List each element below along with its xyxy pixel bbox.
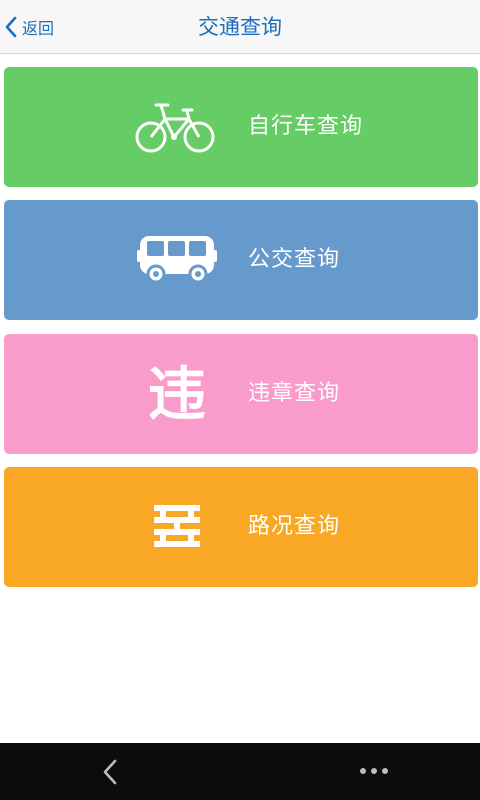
tile-label: 违章查询: [248, 381, 341, 406]
more-icon[interactable]: [354, 761, 394, 781]
violation-icon: 违: [147, 360, 206, 428]
chevron-left-icon[interactable]: [98, 757, 122, 787]
bicycle-icon: [135, 103, 215, 153]
system-nav-bar: [0, 743, 480, 800]
tile-label: 公交查询: [248, 247, 341, 272]
road-condition-query-tile[interactable]: 路况查询: [4, 467, 478, 587]
page-title: 交通查询: [198, 15, 282, 39]
header-bar: 返回 交通查询: [0, 0, 480, 54]
tile-label: 路况查询: [248, 514, 341, 539]
violation-query-tile[interactable]: 违 违章查询: [4, 334, 478, 454]
bus-icon: [137, 236, 217, 284]
tile-label: 自行车查询: [248, 114, 364, 139]
bus-query-tile[interactable]: 公交查询: [4, 200, 478, 320]
road-condition-icon: [154, 505, 200, 547]
bicycle-query-tile[interactable]: 自行车查询: [4, 67, 478, 187]
